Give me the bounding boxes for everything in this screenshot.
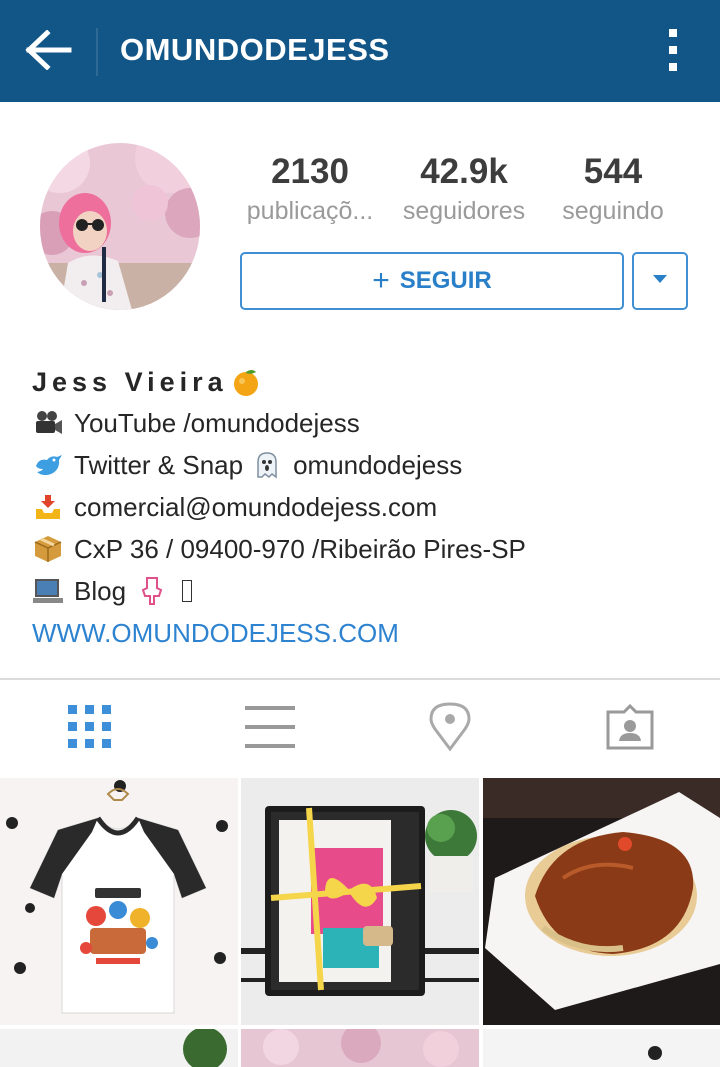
grid-photo-plant[interactable] [0, 1029, 238, 1067]
posts-label: publicaçõ... [246, 197, 374, 225]
bio-line-twitter: Twitter & Snap omundodejess [32, 444, 692, 486]
bio-youtube-text: YouTube /omundodejess [74, 407, 360, 438]
movie-camera-icon [32, 408, 64, 438]
bio-name-row: Jess Vieira [32, 362, 692, 402]
plus-icon: + [372, 264, 390, 297]
bio-line-youtube: YouTube /omundodejess [32, 402, 692, 444]
grid-icon [66, 703, 114, 756]
bio-line-blog: Blog [32, 570, 692, 612]
grid-photo-notebook[interactable] [241, 778, 479, 1025]
bio-twitter-text: Twitter & Snap [74, 449, 244, 480]
stat-followers[interactable]: 42.9k seguidores [390, 150, 538, 228]
overflow-menu-button[interactable] [650, 22, 696, 82]
pointing-down-icon [136, 576, 168, 606]
following-label: seguindo [562, 197, 664, 225]
following-count: 544 [583, 152, 643, 191]
suggestions-dropdown-button[interactable] [632, 252, 688, 310]
bio-address-text: CxP 36 / 09400-970 /Ribeirão Pires-SP [74, 533, 526, 564]
location-pin-icon [429, 701, 471, 757]
photo-grid [0, 778, 720, 1067]
grid-photo-tshirt[interactable] [0, 778, 238, 1025]
grid-photo-dots[interactable] [483, 1029, 720, 1067]
tab-tagged[interactable] [540, 680, 720, 778]
back-button[interactable] [14, 22, 84, 82]
bio-snap-handle: omundodejess [293, 449, 463, 480]
header-divider [96, 28, 98, 76]
bird-icon [32, 450, 64, 480]
stat-following[interactable]: 544 seguindo [548, 150, 678, 228]
followers-label: seguidores [402, 197, 526, 225]
full-name: Jess Vieira [32, 366, 228, 397]
tab-places[interactable] [360, 680, 540, 778]
inbox-download-icon [32, 492, 64, 522]
top-app-bar: OMUNDODEJESS [0, 0, 720, 102]
bio-blog-text: Blog [74, 575, 127, 606]
tagged-person-icon [605, 703, 655, 755]
package-icon [32, 534, 64, 564]
avatar[interactable] [40, 143, 200, 310]
list-icon [245, 704, 295, 755]
caret-down-icon [651, 272, 669, 290]
computer-icon [32, 576, 64, 606]
profile-view-tabs [0, 680, 720, 778]
page-title: OMUNDODEJESS [120, 32, 390, 67]
missing-glyph-icon [182, 580, 193, 602]
tab-list-view[interactable] [180, 680, 360, 778]
website-link[interactable]: WWW.OMUNDODEJESS.COM [32, 612, 692, 654]
bio-line-address: CxP 36 / 09400-970 /Ribeirão Pires-SP [32, 528, 692, 570]
grid-photo-blossoms[interactable] [241, 1029, 479, 1067]
bio-email-text: comercial@omundodejess.com [74, 491, 438, 522]
followers-count: 42.9k [420, 152, 508, 191]
profile-stats: 2130 publicaçõ... 42.9k seguidores 544 s… [230, 150, 690, 240]
profile-bio: Jess Vieira YouTube /omundodejess Twitte… [32, 362, 692, 654]
ghost-icon [251, 450, 283, 480]
follow-button[interactable]: + SEGUIR [240, 252, 624, 310]
tab-grid-view[interactable] [0, 680, 180, 778]
stat-posts[interactable]: 2130 publicaçõ... [230, 150, 390, 228]
more-vertical-icon [667, 27, 679, 78]
posts-count: 2130 [271, 152, 349, 191]
bio-line-email: comercial@omundodejess.com [32, 486, 692, 528]
arrow-left-icon [25, 28, 73, 75]
grid-photo-waffle[interactable] [483, 778, 720, 1025]
tangerine-emoji-icon [230, 367, 262, 397]
follow-label: SEGUIR [399, 267, 492, 294]
